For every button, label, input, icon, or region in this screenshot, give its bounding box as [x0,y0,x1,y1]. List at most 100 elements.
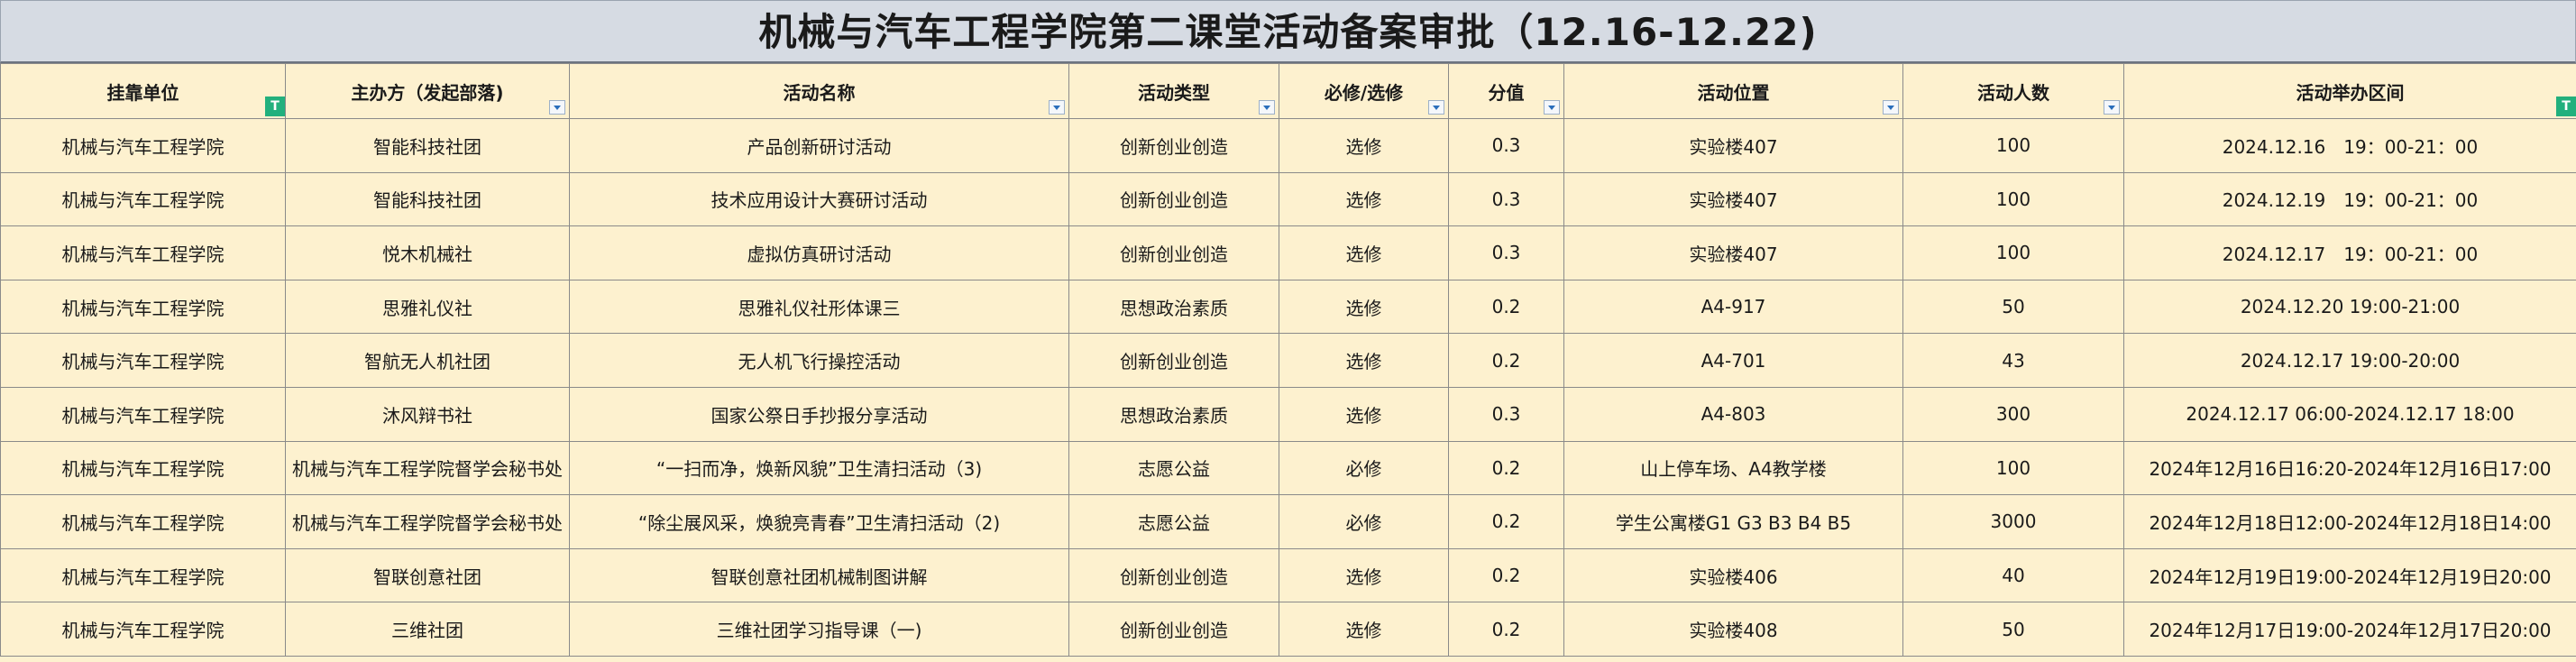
table-cell[interactable]: 50 [1902,602,2124,657]
table-cell[interactable]: “一扫而净，焕新风貌”卫生清扫活动（3) [569,440,1069,496]
table-cell[interactable]: 43 [1902,333,2124,388]
table-cell[interactable]: 志愿公益 [1068,440,1279,496]
table-cell[interactable]: 智能科技社团 [285,171,570,227]
table-cell[interactable]: 2024年12月16日16:20-2024年12月16日17:00 [2123,440,2576,496]
table-cell[interactable]: 学生公寓楼G1 G3 B3 B4 B5 [1563,494,1903,549]
table-cell[interactable]: 机械与汽车工程学院督学会秘书处 [285,440,570,496]
table-cell[interactable]: 思雅礼仪社形体课三 [569,279,1069,335]
filter-dropdown-icon[interactable] [1259,100,1275,115]
table-cell[interactable]: 2024.12.17 19：00-21：00 [2123,225,2576,280]
table-cell[interactable]: 智联创意社团 [285,547,570,603]
table-cell[interactable]: 300 [1902,386,2124,442]
filter-tag-icon[interactable]: T [265,97,285,116]
table-cell[interactable]: 2024.12.20 19:00-21:00 [2123,279,2576,335]
table-cell[interactable]: 创新创业创造 [1068,225,1279,280]
table-cell[interactable]: 选修 [1279,225,1449,280]
table-cell[interactable]: 机械与汽车工程学院 [0,225,286,280]
table-cell[interactable]: 三维社团 [285,602,570,657]
table-cell[interactable]: 智联创意社团机械制图讲解 [569,547,1069,603]
table-cell[interactable]: A4-917 [1563,279,1903,335]
table-cell[interactable]: 2024年12月17日19:00-2024年12月17日20:00 [2123,602,2576,657]
table-cell[interactable]: 0.3 [1448,118,1564,173]
table-cell[interactable]: 创新创业创造 [1068,333,1279,388]
table-cell[interactable]: 0.2 [1448,333,1564,388]
table-cell[interactable]: 机械与汽车工程学院 [0,118,286,173]
table-cell[interactable]: 实验楼407 [1563,118,1903,173]
filter-dropdown-icon[interactable] [1049,100,1065,115]
table-cell[interactable]: 创新创业创造 [1068,602,1279,657]
table-cell[interactable]: 选修 [1279,171,1449,227]
table-cell[interactable]: 0.2 [1448,602,1564,657]
table-cell[interactable]: 0.2 [1448,440,1564,496]
table-cell[interactable]: 三维社团学习指导课（一) [569,602,1069,657]
table-cell[interactable]: 创新创业创造 [1068,118,1279,173]
table-cell[interactable]: 100 [1902,440,2124,496]
table-cell[interactable]: 2024.12.19 19：00-21：00 [2123,171,2576,227]
table-cell[interactable]: 技术应用设计大赛研讨活动 [569,171,1069,227]
table-cell[interactable]: 0.2 [1448,279,1564,335]
filter-tag-icon[interactable]: T [2556,97,2576,116]
table-cell[interactable]: 0.2 [1448,547,1564,603]
table-cell[interactable]: 创新创业创造 [1068,171,1279,227]
table-row: 机械与汽车工程学院 沐风辩书社 国家公祭日手抄报分享活动 思想政治素质 选修 0.3 A4-… [0,386,2576,442]
filter-dropdown-icon[interactable] [1883,100,1899,115]
table-cell[interactable]: 志愿公益 [1068,494,1279,549]
table-cell[interactable]: 机械与汽车工程学院督学会秘书处 [285,494,570,549]
table-cell[interactable]: 实验楼406 [1563,547,1903,603]
table-cell[interactable]: 机械与汽车工程学院 [0,494,286,549]
table-cell[interactable]: 机械与汽车工程学院 [0,171,286,227]
table-cell[interactable]: 机械与汽车工程学院 [0,547,286,603]
filter-dropdown-icon[interactable] [1428,100,1444,115]
table-cell[interactable]: 选修 [1279,333,1449,388]
table-cell[interactable]: 2024.12.17 06:00-2024.12.17 18:00 [2123,386,2576,442]
table-cell[interactable]: 智能科技社团 [285,118,570,173]
table-cell[interactable]: 沐风辩书社 [285,386,570,442]
table-cell[interactable]: 40 [1902,547,2124,603]
table-cell[interactable]: 思想政治素质 [1068,279,1279,335]
table-cell[interactable]: 选修 [1279,279,1449,335]
table-cell[interactable]: 机械与汽车工程学院 [0,602,286,657]
table-cell[interactable]: 无人机飞行操控活动 [569,333,1069,388]
table-cell[interactable]: 2024年12月18日12:00-2024年12月18日14:00 [2123,494,2576,549]
table-cell[interactable]: 实验楼407 [1563,171,1903,227]
table-cell[interactable]: 机械与汽车工程学院 [0,333,286,388]
table-cell[interactable]: 山上停车场、A4教学楼 [1563,440,1903,496]
filter-dropdown-icon[interactable] [2104,100,2120,115]
table-cell[interactable]: 必修 [1279,494,1449,549]
table-cell[interactable]: 2024.12.16 19：00-21：00 [2123,118,2576,173]
table-cell[interactable]: 选修 [1279,118,1449,173]
table-cell[interactable]: 实验楼408 [1563,602,1903,657]
filter-dropdown-icon[interactable] [1544,100,1560,115]
table-cell[interactable]: 100 [1902,225,2124,280]
table-cell[interactable]: 机械与汽车工程学院 [0,386,286,442]
table-cell[interactable]: 智航无人机社团 [285,333,570,388]
table-cell[interactable]: 选修 [1279,602,1449,657]
table-cell[interactable]: 0.2 [1448,494,1564,549]
table-cell[interactable]: 虚拟仿真研讨活动 [569,225,1069,280]
table-cell[interactable]: 产品创新研讨活动 [569,118,1069,173]
table-cell[interactable]: A4-701 [1563,333,1903,388]
table-cell[interactable]: 3000 [1902,494,2124,549]
table-cell[interactable]: 必修 [1279,440,1449,496]
table-cell[interactable]: A4-803 [1563,386,1903,442]
table-cell[interactable]: 国家公祭日手抄报分享活动 [569,386,1069,442]
table-cell[interactable]: 选修 [1279,386,1449,442]
table-cell[interactable]: 机械与汽车工程学院 [0,279,286,335]
table-cell[interactable]: “除尘展风采，焕貌亮青春”卫生清扫活动（2) [569,494,1069,549]
table-cell[interactable]: 0.3 [1448,171,1564,227]
filter-dropdown-icon[interactable] [549,100,565,115]
table-cell[interactable]: 2024年12月19日19:00-2024年12月19日20:00 [2123,547,2576,603]
table-cell[interactable]: 2024.12.17 19:00-20:00 [2123,333,2576,388]
table-cell[interactable]: 100 [1902,118,2124,173]
table-cell[interactable]: 悦木机械社 [285,225,570,280]
table-cell[interactable]: 0.3 [1448,225,1564,280]
table-cell[interactable]: 机械与汽车工程学院 [0,440,286,496]
table-cell[interactable]: 选修 [1279,547,1449,603]
table-cell[interactable]: 50 [1902,279,2124,335]
table-cell[interactable]: 创新创业创造 [1068,547,1279,603]
table-cell[interactable]: 实验楼407 [1563,225,1903,280]
table-cell[interactable]: 思雅礼仪社 [285,279,570,335]
table-cell[interactable]: 0.3 [1448,386,1564,442]
table-cell[interactable]: 100 [1902,171,2124,227]
table-cell[interactable]: 思想政治素质 [1068,386,1279,442]
